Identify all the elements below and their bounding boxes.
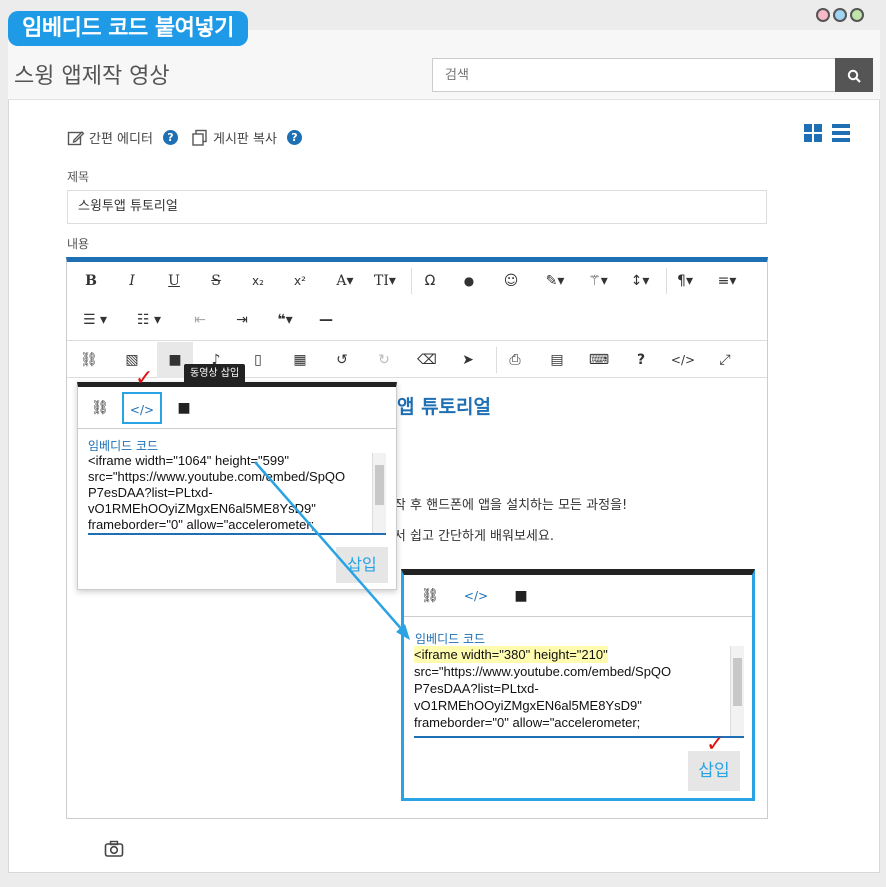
pdf-icon[interactable]: ▤ bbox=[539, 342, 575, 378]
title-label: 제목 bbox=[67, 170, 90, 184]
board-copy-label[interactable]: 게시판 복사 bbox=[213, 128, 277, 147]
copy-icon bbox=[192, 129, 207, 146]
horizontal-rule-icon[interactable]: — bbox=[308, 302, 344, 338]
code-line: <iframe width="1064" height="599" bbox=[88, 453, 289, 468]
magic-wand-icon[interactable]: ⚚▾ bbox=[580, 263, 616, 299]
title-badge: 임베디드 코드 붙여넣기 bbox=[8, 11, 248, 46]
content-heading: 앱 튜토리얼 bbox=[397, 396, 492, 418]
paragraph-icon[interactable]: ¶▾ bbox=[667, 263, 703, 299]
search-button[interactable] bbox=[835, 58, 873, 92]
help-icon[interactable]: ? bbox=[162, 130, 178, 145]
strikethrough-button[interactable]: S bbox=[198, 263, 234, 299]
unordered-list-icon[interactable]: ☷ ▾ bbox=[131, 302, 167, 338]
embed-code-tab-icon[interactable]: </> bbox=[122, 392, 162, 424]
textarea-scrollbar[interactable] bbox=[372, 453, 386, 533]
window-dot-pink[interactable] bbox=[816, 8, 830, 22]
link-tab-icon[interactable]: ⛓ bbox=[80, 392, 120, 424]
window-dot-blue[interactable] bbox=[833, 8, 847, 22]
bold-button[interactable]: B bbox=[73, 263, 109, 299]
toolbar-row-3: ⛓ ▧ ■ ♪ ▯ ▦ ↺ ↻ ⌫ ➤ ⎙ ▤ ⌨ ? </> ⤢ bbox=[67, 340, 767, 378]
quote-icon[interactable]: ❝▾ bbox=[267, 302, 303, 338]
video-tooltip: 동영상 삽입 bbox=[184, 364, 246, 384]
video-insert-popup-zoomed: ⛓ </> ■ 임베디드 코드 <iframe width="380" heig… bbox=[401, 569, 755, 801]
view-toggle bbox=[804, 124, 850, 142]
code-line-highlighted: <iframe width="380" height="210" bbox=[414, 646, 608, 663]
search-icon bbox=[847, 69, 861, 83]
code-line: frameborder="0" allow="accelerometer; bbox=[414, 715, 641, 730]
content-line-2: 통해서 쉽고 간단하게 배워보세요. bbox=[370, 529, 554, 544]
ordered-list-icon[interactable]: ☰ ▾ bbox=[77, 302, 113, 338]
popup-tabs: ⛓ </> ■ bbox=[404, 575, 752, 617]
code-line: src="https://www.youtube.com/embed/SpQO bbox=[414, 664, 672, 679]
keyboard-icon[interactable]: ⌨ bbox=[581, 342, 617, 378]
print-icon[interactable]: ⎙ bbox=[497, 342, 533, 378]
video-tab-icon[interactable]: ■ bbox=[501, 580, 541, 612]
link-tab-icon[interactable]: ⛓ bbox=[410, 580, 450, 612]
window-dots bbox=[816, 8, 864, 22]
toolbar-row-1: B I U S x₂ x² A▾ TI▾ Ω ● ☺ ✎▾ ⚚▾ ↕▾ ¶▾ ≡… bbox=[67, 262, 767, 300]
search-input[interactable] bbox=[433, 59, 835, 91]
embed-code-textarea[interactable]: <iframe width="1064" height="599" src="h… bbox=[88, 453, 386, 535]
eraser-icon[interactable]: ⌫ bbox=[409, 342, 445, 378]
align-icon[interactable]: ≡▾ bbox=[709, 263, 745, 299]
superscript-button[interactable]: x² bbox=[282, 263, 318, 299]
undo-icon[interactable]: ↺ bbox=[324, 342, 360, 378]
embed-code-textarea[interactable]: <iframe width="380" height="210" src="ht… bbox=[414, 646, 744, 738]
video-tab-icon[interactable]: ■ bbox=[164, 392, 204, 424]
help-icon[interactable]: ? bbox=[286, 130, 302, 145]
embed-code-label: 임베디드 코드 bbox=[88, 439, 159, 453]
toolbar-row-2: ☰ ▾ ☷ ▾ ⇤ ⇥ ❝▾ — bbox=[67, 301, 767, 339]
title-input[interactable]: 스윙투앱 튜토리얼 bbox=[67, 190, 767, 224]
list-view-icon[interactable] bbox=[832, 124, 850, 142]
popup-tabs: ⛓ </> ■ bbox=[78, 387, 396, 429]
subscript-button[interactable]: x₂ bbox=[240, 263, 276, 299]
checkmark-icon: ✓ bbox=[135, 366, 154, 391]
camera-icon[interactable] bbox=[104, 840, 124, 862]
insert-button[interactable]: 삽입 bbox=[688, 751, 740, 791]
file-icon[interactable]: ▯ bbox=[240, 342, 276, 378]
font-size-button[interactable]: TI▾ bbox=[367, 263, 403, 299]
special-char-button[interactable]: Ω bbox=[412, 263, 448, 299]
code-view-icon[interactable]: </> bbox=[665, 342, 701, 378]
code-line: src="https://www.youtube.com/embed/SpQO bbox=[88, 469, 346, 484]
window-dot-green[interactable] bbox=[850, 8, 864, 22]
content-label: 내용 bbox=[67, 237, 90, 251]
code-line: P7esDAA?list=PLtxd- bbox=[88, 485, 213, 500]
embed-code-tab-icon[interactable]: </> bbox=[456, 580, 496, 612]
outdent-icon[interactable]: ⇤ bbox=[182, 302, 218, 338]
editor-toolbar: B I U S x₂ x² A▾ TI▾ Ω ● ☺ ✎▾ ⚚▾ ↕▾ ¶▾ ≡… bbox=[67, 262, 767, 378]
link-icon[interactable]: ⛓ bbox=[71, 342, 107, 378]
line-height-icon[interactable]: ↕▾ bbox=[622, 263, 658, 299]
insert-button[interactable]: 삽입 bbox=[336, 547, 388, 583]
grid-view-icon[interactable] bbox=[804, 124, 822, 142]
checkmark-icon: ✓ bbox=[706, 732, 725, 757]
simple-editor-link[interactable]: 간편 에디터 ? bbox=[67, 128, 178, 147]
video-insert-popup: ⛓ </> ■ 임베디드 코드 <iframe width="1064" hei… bbox=[77, 382, 397, 590]
code-line: vO1RMEhOOyiZMgxEN6al5ME8YsD9" bbox=[88, 501, 316, 516]
board-copy-link[interactable]: 게시판 복사 ? bbox=[191, 128, 302, 147]
edit-icon bbox=[67, 130, 85, 145]
brush-icon[interactable]: ✎▾ bbox=[537, 263, 573, 299]
simple-editor-label[interactable]: 간편 에디터 bbox=[89, 128, 153, 147]
code-line: P7esDAA?list=PLtxd- bbox=[414, 681, 539, 696]
pointer-icon[interactable]: ➤ bbox=[450, 342, 486, 378]
content-line-1: 앱제작 후 핸드폰에 앱을 설치하는 모든 과정을! bbox=[370, 498, 628, 513]
font-color-button[interactable]: A▾ bbox=[327, 263, 363, 299]
fullscreen-icon[interactable]: ⤢ bbox=[707, 342, 743, 378]
indent-icon[interactable]: ⇥ bbox=[224, 302, 260, 338]
search-box[interactable] bbox=[432, 58, 836, 92]
embed-code-label: 임베디드 코드 bbox=[415, 632, 486, 646]
emoji-icon[interactable]: ☺ bbox=[493, 263, 529, 299]
code-line: vO1RMEhOOyiZMgxEN6al5ME8YsD9" bbox=[414, 698, 642, 713]
redo-icon[interactable]: ↻ bbox=[366, 342, 402, 378]
underline-button[interactable]: U bbox=[156, 263, 192, 299]
drop-icon[interactable]: ● bbox=[451, 263, 487, 299]
page-title: 스윙 앱제작 영상 bbox=[14, 64, 170, 89]
help-icon[interactable]: ? bbox=[623, 342, 659, 378]
code-line: frameborder="0" allow="accelerometer; bbox=[88, 517, 315, 532]
table-icon[interactable]: ▦ bbox=[282, 342, 318, 378]
italic-button[interactable]: I bbox=[114, 263, 150, 299]
textarea-scrollbar[interactable] bbox=[730, 646, 744, 736]
